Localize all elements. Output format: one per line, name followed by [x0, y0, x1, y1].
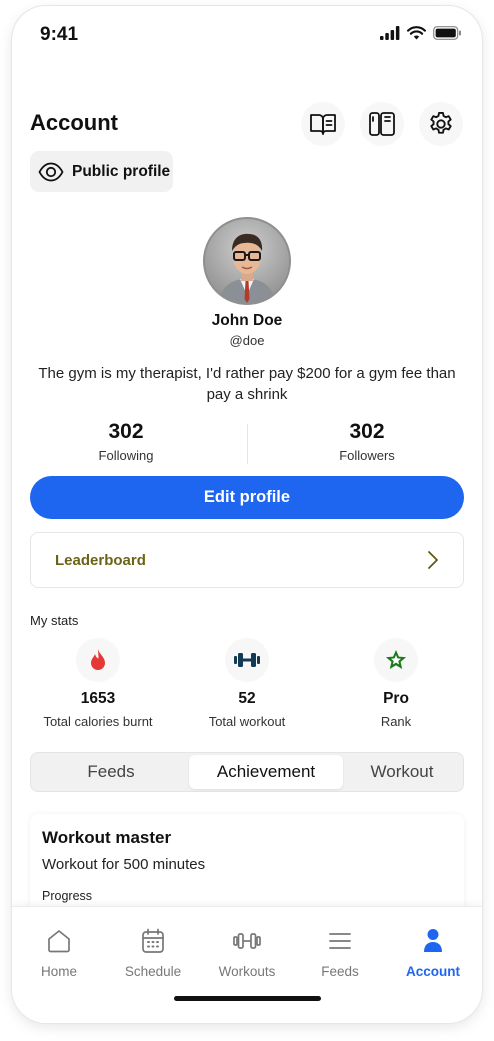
- tab-workout[interactable]: Workout: [343, 755, 461, 789]
- leaderboard-row[interactable]: Leaderboard: [30, 532, 464, 588]
- nav-schedule[interactable]: Schedule: [108, 927, 198, 979]
- following-label: Following: [98, 448, 154, 463]
- user-icon: [424, 929, 442, 952]
- workouts-value: 52: [238, 690, 256, 707]
- dumbbell-outline-icon: [233, 933, 261, 949]
- stat-workouts: 52 Total workout: [167, 638, 327, 729]
- leaderboard-label: Leaderboard: [55, 551, 146, 569]
- library-button[interactable]: [360, 102, 404, 146]
- settings-button[interactable]: [419, 102, 463, 146]
- flame-icon: [91, 649, 105, 670]
- my-stats-title: My stats: [30, 613, 79, 628]
- star-icon: [386, 650, 406, 669]
- open-book-icon: [310, 114, 336, 135]
- nav-workouts-label: Workouts: [218, 964, 276, 979]
- status-icons: [380, 26, 462, 40]
- calendar-icon: [142, 928, 164, 953]
- rank-label: Rank: [380, 714, 412, 729]
- edit-profile-button[interactable]: Edit profile: [30, 476, 464, 519]
- achievement-title: Workout master: [42, 828, 172, 847]
- phone-screen: 9:41 Account Public profile John Doe @do…: [12, 6, 482, 1023]
- calories-label: Total calories burnt: [43, 714, 153, 729]
- nav-account[interactable]: Account: [388, 927, 478, 979]
- workouts-label: Total workout: [208, 714, 286, 729]
- nav-home[interactable]: Home: [14, 927, 104, 979]
- profile-name: John Doe: [211, 312, 283, 329]
- home-indicator: [174, 996, 321, 1001]
- nav-schedule-label: Schedule: [124, 964, 182, 979]
- nav-workouts[interactable]: Workouts: [202, 927, 292, 979]
- achievement-progress-label: Progress: [42, 889, 93, 903]
- profile-tabs: Feeds Achievement Workout: [30, 752, 464, 792]
- followers-label: Followers: [339, 448, 395, 463]
- wifi-icon: [407, 26, 426, 40]
- achievement-description: Workout for 500 minutes: [42, 856, 206, 873]
- stat-rank: Pro Rank: [316, 638, 476, 729]
- public-profile-button[interactable]: Public profile: [30, 151, 173, 192]
- bottom-nav: Home Schedule Workouts Feeds Account: [12, 906, 482, 1023]
- guide-button[interactable]: [301, 102, 345, 146]
- stats-divider: [247, 424, 248, 464]
- profile-handle: @doe: [229, 333, 265, 348]
- followers-count: 302: [349, 420, 385, 443]
- avatar-illustration: [219, 233, 275, 303]
- rank-value: Pro: [383, 690, 409, 707]
- flame-icon-wrap: [76, 638, 120, 682]
- nav-feeds[interactable]: Feeds: [295, 927, 385, 979]
- profile-bio: The gym is my therapist, I'd rather pay …: [38, 365, 456, 403]
- page-title: Account: [30, 110, 118, 135]
- gear-icon: [430, 111, 452, 134]
- feed-lines-icon: [329, 933, 351, 949]
- chevron-right-icon: [428, 551, 438, 569]
- nav-home-label: Home: [40, 964, 77, 979]
- battery-icon: [433, 26, 461, 40]
- avatar: [203, 217, 291, 305]
- signal-icon: [380, 26, 400, 40]
- dumbbell-icon-wrap: [225, 638, 269, 682]
- followers-stat[interactable]: 302 Followers: [267, 420, 467, 463]
- dumbbell-icon: [234, 653, 260, 667]
- calories-value: 1653: [80, 690, 116, 707]
- status-time: 9:41: [40, 24, 79, 45]
- star-icon-wrap: [374, 638, 418, 682]
- nav-account-label: Account: [406, 964, 460, 979]
- home-icon: [48, 930, 70, 953]
- nav-feeds-label: Feeds: [321, 964, 359, 979]
- eye-icon: [38, 162, 64, 181]
- stat-calories: 1653 Total calories burnt: [18, 638, 178, 729]
- books-icon: [369, 112, 395, 136]
- following-count: 302: [108, 420, 144, 443]
- tab-feeds[interactable]: Feeds: [33, 755, 189, 789]
- public-profile-label: Public profile: [72, 162, 171, 180]
- following-stat[interactable]: 302 Following: [26, 420, 226, 463]
- tab-achievement[interactable]: Achievement: [189, 755, 343, 789]
